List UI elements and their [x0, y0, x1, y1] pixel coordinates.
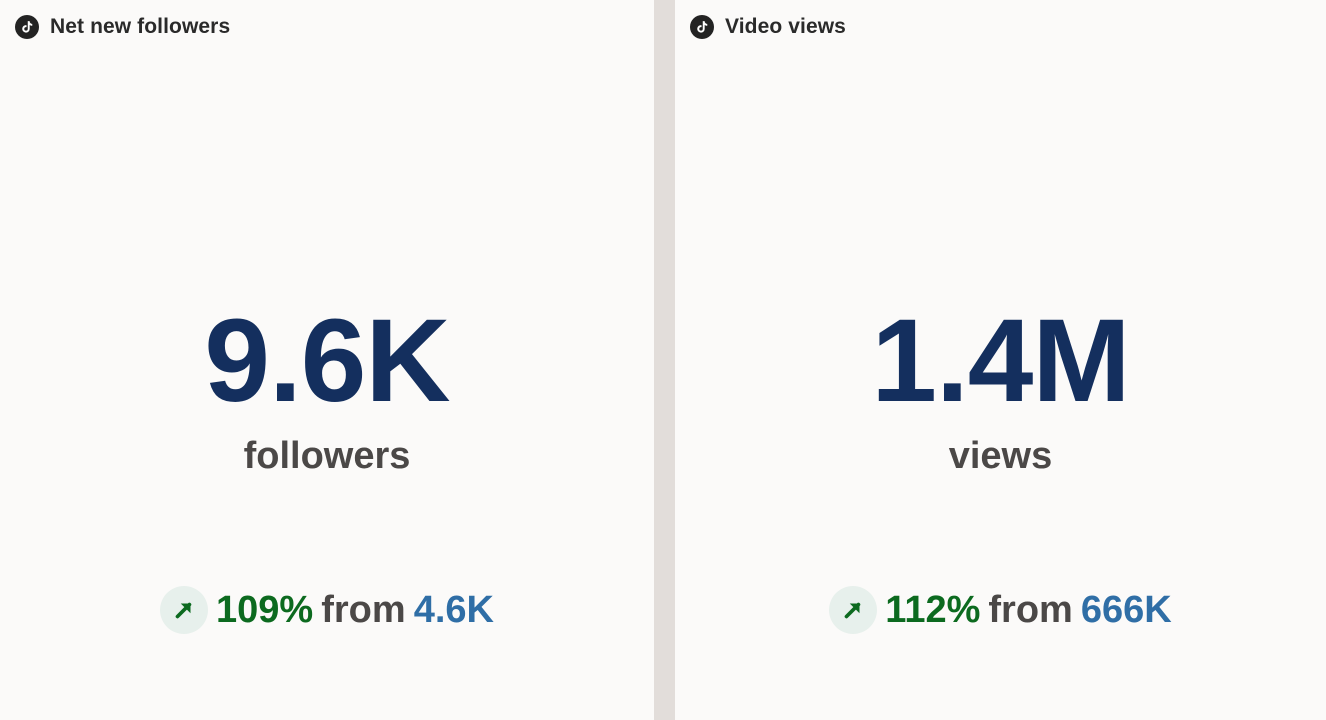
tiktok-icon: [15, 15, 39, 39]
change-from-label: from: [988, 589, 1073, 631]
change-previous-value: 666K: [1080, 589, 1172, 631]
change-percent: 112%: [885, 589, 981, 631]
card-header: Video views: [690, 14, 846, 40]
metric-value: 1.4M: [871, 295, 1130, 427]
change-indicator: 109% from 4.6K: [0, 585, 654, 635]
change-indicator: 112% from 666K: [675, 585, 1326, 635]
change-previous-value: 4.6K: [413, 589, 494, 631]
card-divider: [654, 0, 675, 720]
tiktok-icon: [690, 15, 714, 39]
card-title: Net new followers: [50, 15, 231, 38]
card-title: Video views: [725, 15, 846, 38]
metric-card-video-views[interactable]: Video views 1.4M views 112% from 666K: [675, 0, 1326, 720]
metric-unit: views: [948, 435, 1053, 477]
change-from-label: from: [321, 589, 406, 631]
arrow-up-right-icon: [160, 586, 209, 634]
metric-unit: followers: [243, 435, 411, 477]
metric-card-net-new-followers[interactable]: Net new followers 9.6K followers 109% fr…: [0, 0, 654, 720]
card-header: Net new followers: [15, 14, 230, 40]
metric-value: 9.6K: [204, 295, 450, 427]
dashboard: Net new followers 9.6K followers 109% fr…: [0, 0, 1326, 720]
arrow-up-right-icon: [829, 586, 878, 634]
change-percent: 109%: [216, 589, 314, 631]
